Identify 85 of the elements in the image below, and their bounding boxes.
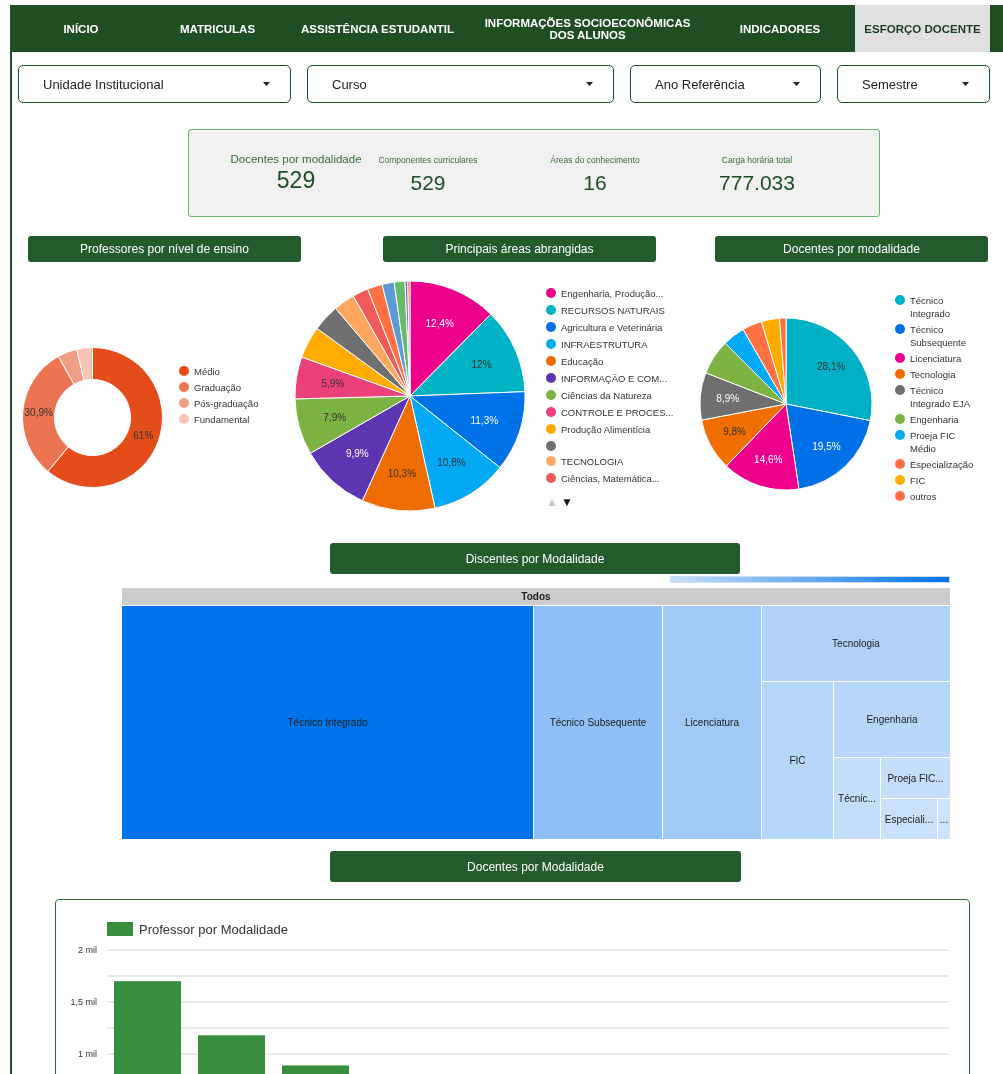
legend-label: Licenciatura bbox=[910, 352, 962, 365]
nav-tab[interactable]: INFORMAÇÕES SOCIOECONÔMICAS DOS ALUNOS bbox=[470, 5, 705, 52]
legend-label: Técnico Integrado bbox=[910, 294, 952, 320]
legend-label: Técnico Subsequente bbox=[910, 323, 967, 349]
legend-label: INFORMAÇÃO E COM... bbox=[561, 372, 668, 385]
dropdown[interactable]: Ano Referência bbox=[630, 65, 821, 103]
legend-label: FIC bbox=[910, 474, 926, 487]
dropdown[interactable]: Unidade Institucional bbox=[18, 65, 291, 103]
axis-tick-label: 2 mil bbox=[78, 945, 97, 955]
treemap-tile[interactable]: Engenharia bbox=[834, 681, 950, 758]
nav-tab[interactable]: ESFORÇO DOCENTE bbox=[855, 5, 990, 52]
metric-label: Componentes curriculares bbox=[378, 155, 478, 165]
treemap-tile[interactable]: ... bbox=[938, 799, 950, 839]
legend-label: Médio bbox=[194, 365, 220, 378]
bar bbox=[282, 1065, 349, 1074]
legend-label: Ciências da Natureza bbox=[561, 389, 652, 402]
metric-label: Áreas do conhecimento bbox=[550, 155, 640, 165]
legend-label: Agricultura e Veterinária bbox=[561, 321, 663, 334]
treemap-tile[interactable]: Técnico Integrado bbox=[122, 606, 533, 839]
slice-label: 9,8% bbox=[723, 426, 746, 438]
nav-tab[interactable]: INDICADORES bbox=[705, 5, 855, 52]
treemap-tile[interactable]: Técnic... bbox=[834, 758, 880, 839]
caret-icon bbox=[263, 82, 270, 86]
caret-icon bbox=[962, 82, 969, 86]
legend-label: outros bbox=[910, 490, 937, 503]
section-header: Principais áreas abrangidas bbox=[383, 236, 656, 262]
slice-label: 9,9% bbox=[345, 448, 369, 460]
metric-value: 777.033 bbox=[719, 171, 795, 195]
legend-label: Proeja FIC Médio bbox=[910, 429, 957, 455]
legend-label: Especialização bbox=[910, 458, 974, 471]
legend-label: Pós-graduação bbox=[194, 397, 259, 410]
axis-tick-label: 1,5 mil bbox=[70, 997, 97, 1007]
legend-label: Ciências, Matemática... bbox=[561, 472, 660, 485]
section-header: Discentes por Modalidade bbox=[330, 543, 740, 574]
caret-icon bbox=[793, 82, 800, 86]
slice-label: 30,9% bbox=[24, 407, 53, 419]
slice-label: 10,3% bbox=[387, 468, 417, 480]
nav-tab[interactable]: INÍCIO bbox=[12, 5, 150, 52]
legend-label: Graduação bbox=[194, 381, 241, 394]
slice-label: 12% bbox=[471, 359, 492, 370]
legend-label: Engenharia bbox=[910, 413, 959, 426]
metric-value: 529 bbox=[410, 171, 446, 195]
treemap-tile[interactable]: Tecnologia bbox=[762, 606, 950, 681]
legend-label: TECNOLOGIA bbox=[561, 455, 624, 468]
caret-icon bbox=[586, 82, 593, 86]
legend-label: Tecnologia bbox=[910, 368, 956, 381]
legend-label: Técnico Integrado EJA bbox=[910, 384, 972, 410]
legend-label: CONTROLE E PROCES... bbox=[561, 406, 674, 419]
slice-label: 19,5% bbox=[812, 440, 841, 452]
slice-label: 61% bbox=[133, 430, 154, 442]
section-header: Docentes por Modalidade bbox=[330, 851, 741, 882]
slice-label: 8,9% bbox=[716, 393, 740, 405]
treemap-root[interactable]: Todos bbox=[122, 588, 950, 605]
slice-label: 7,9% bbox=[323, 411, 347, 423]
metric-label: Carga horária total bbox=[721, 155, 793, 165]
treemap-tile[interactable]: FIC bbox=[762, 681, 833, 839]
legend-label: Engenharia, Produção... bbox=[561, 287, 664, 300]
slice-label: 28,1% bbox=[817, 361, 846, 373]
legend-label: Produção Alimentícia bbox=[561, 423, 651, 436]
treemap-tile[interactable]: Técnico Subsequente bbox=[534, 606, 662, 839]
legend-label: RECURSOS NATURAIS bbox=[561, 304, 665, 317]
legend-label: Fundamental bbox=[194, 413, 250, 426]
slice-label: 5,9% bbox=[321, 378, 345, 389]
section-header: Docentes por modalidade bbox=[715, 236, 988, 262]
section-header: Professores por nível de ensino bbox=[28, 236, 301, 262]
axis-tick-label: 1 mil bbox=[78, 1049, 97, 1059]
slice-label: 10,8% bbox=[437, 456, 466, 468]
bar bbox=[198, 1035, 265, 1074]
slice-label: 12,4% bbox=[425, 318, 454, 330]
metric-value: 529 bbox=[276, 166, 316, 194]
slice-label: 11,3% bbox=[470, 414, 499, 426]
slice-label: 14,6% bbox=[754, 454, 783, 466]
dropdown[interactable]: Semestre bbox=[837, 65, 990, 103]
metric-value: 16 bbox=[583, 171, 607, 195]
legend-label: Educação bbox=[561, 355, 604, 368]
metric-label: Docentes por modalidade bbox=[230, 152, 362, 165]
nav-tab[interactable]: ASSISTÊNCIA ESTUDANTIL bbox=[285, 5, 470, 52]
legend-label: Professor por Modalidade bbox=[139, 922, 288, 937]
treemap-tile[interactable]: Licenciatura bbox=[663, 606, 761, 839]
legend-page-button[interactable]: ▼ bbox=[560, 495, 573, 509]
treemap-tile[interactable]: Proeja FIC... bbox=[881, 758, 950, 799]
dropdown[interactable]: Curso bbox=[307, 65, 614, 103]
treemap-tile[interactable]: Especiali... bbox=[881, 799, 937, 839]
nav-tab[interactable]: MATRICULAS bbox=[150, 5, 285, 52]
legend-label: INFRAESTRUTURA bbox=[561, 338, 648, 351]
